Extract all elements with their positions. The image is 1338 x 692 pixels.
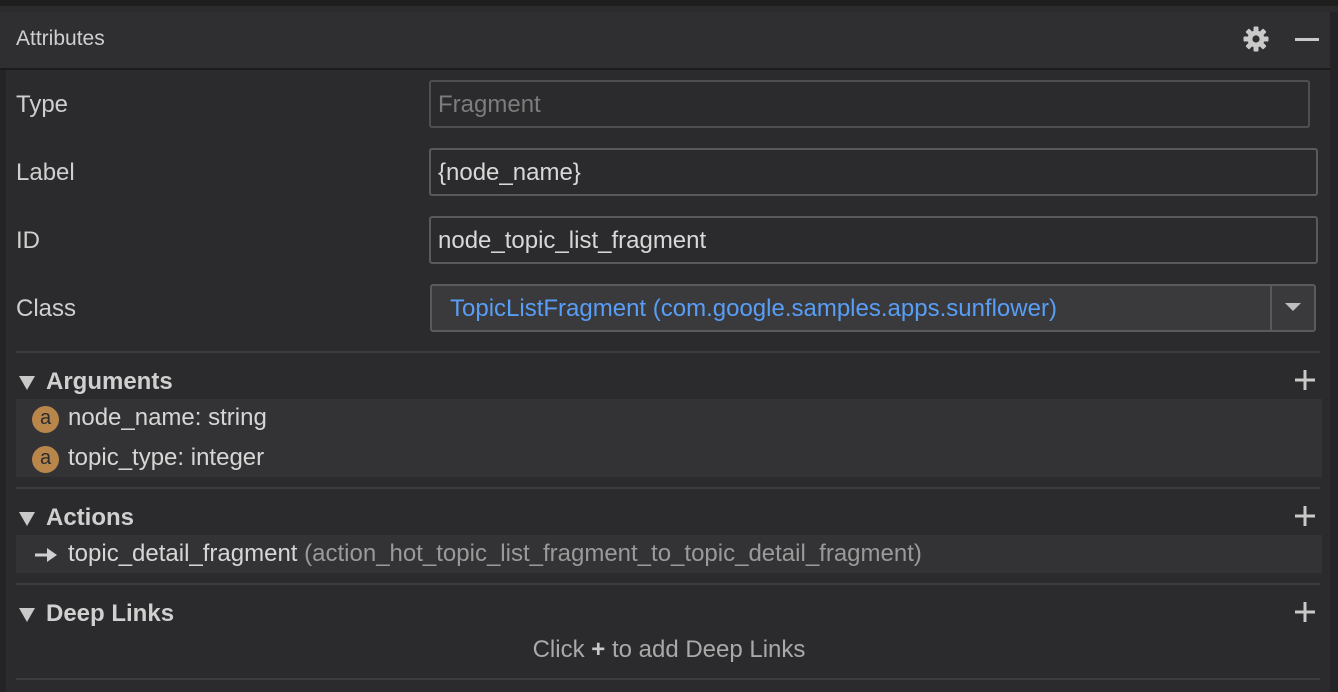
actions-section-title: Actions bbox=[46, 504, 135, 531]
add-deep-link-icon[interactable] bbox=[1294, 601, 1316, 623]
class-dropdown[interactable]: TopicListFragment (com.google.samples.ap… bbox=[430, 284, 1316, 332]
class-label: Class bbox=[16, 295, 77, 322]
arguments-section-title: Arguments bbox=[46, 368, 173, 395]
id-field[interactable]: node_topic_list_fragment bbox=[429, 216, 1318, 264]
hint-plus: + bbox=[591, 636, 606, 663]
divider bbox=[16, 678, 1320, 680]
class-dropdown-button[interactable] bbox=[1270, 286, 1314, 330]
panel-left-edge bbox=[0, 70, 6, 692]
attributes-panel: Attributes Type Fragment Label {node_nam… bbox=[0, 0, 1338, 692]
gear-icon[interactable] bbox=[1242, 25, 1270, 53]
divider bbox=[16, 351, 1320, 353]
label-field[interactable]: {node_name} bbox=[429, 148, 1318, 196]
action-destination: topic_detail_fragment bbox=[68, 540, 298, 567]
argument-row[interactable]: a topic_type: integer bbox=[16, 441, 1322, 477]
deep-links-section-title: Deep Links bbox=[46, 600, 175, 627]
triangle-down-icon[interactable] bbox=[18, 607, 36, 623]
hint-text-after: to add Deep Links bbox=[611, 636, 806, 663]
arrow-right-icon bbox=[35, 548, 57, 562]
chevron-down-icon bbox=[1285, 303, 1301, 311]
add-argument-icon[interactable] bbox=[1294, 369, 1316, 391]
action-id: (action_hot_topic_list_fragment_to_topic… bbox=[304, 540, 922, 567]
triangle-down-icon[interactable] bbox=[18, 511, 36, 527]
id-label: ID bbox=[16, 227, 40, 254]
type-field: Fragment bbox=[429, 80, 1310, 128]
type-label: Type bbox=[16, 91, 69, 118]
deep-links-empty-hint: Click + to add Deep Links bbox=[16, 636, 1322, 664]
actions-section-header[interactable]: Actions bbox=[16, 504, 1320, 534]
deep-links-section-header[interactable]: Deep Links bbox=[16, 600, 1320, 630]
argument-badge-icon: a bbox=[32, 406, 59, 433]
class-dropdown-value: TopicListFragment (com.google.samples.ap… bbox=[450, 295, 1057, 322]
add-action-icon[interactable] bbox=[1294, 505, 1316, 527]
triangle-down-icon[interactable] bbox=[18, 375, 36, 391]
action-row[interactable]: topic_detail_fragment (action_hot_topic_… bbox=[16, 537, 1322, 573]
argument-badge-icon: a bbox=[32, 446, 59, 473]
argument-text: node_name: string bbox=[68, 404, 267, 431]
divider bbox=[16, 583, 1320, 585]
label-label: Label bbox=[16, 159, 75, 186]
hint-text-before: Click bbox=[532, 636, 585, 663]
minus-icon[interactable] bbox=[1292, 25, 1322, 53]
divider bbox=[16, 487, 1320, 489]
panel-right-edge bbox=[1330, 12, 1338, 692]
argument-row[interactable]: a node_name: string bbox=[16, 401, 1322, 437]
panel-title: Attributes bbox=[16, 27, 105, 50]
arguments-section-header[interactable]: Arguments bbox=[16, 368, 1320, 398]
panel-header: Attributes bbox=[0, 12, 1338, 70]
action-text: topic_detail_fragment (action_hot_topic_… bbox=[68, 540, 922, 568]
argument-text: topic_type: integer bbox=[68, 444, 265, 471]
